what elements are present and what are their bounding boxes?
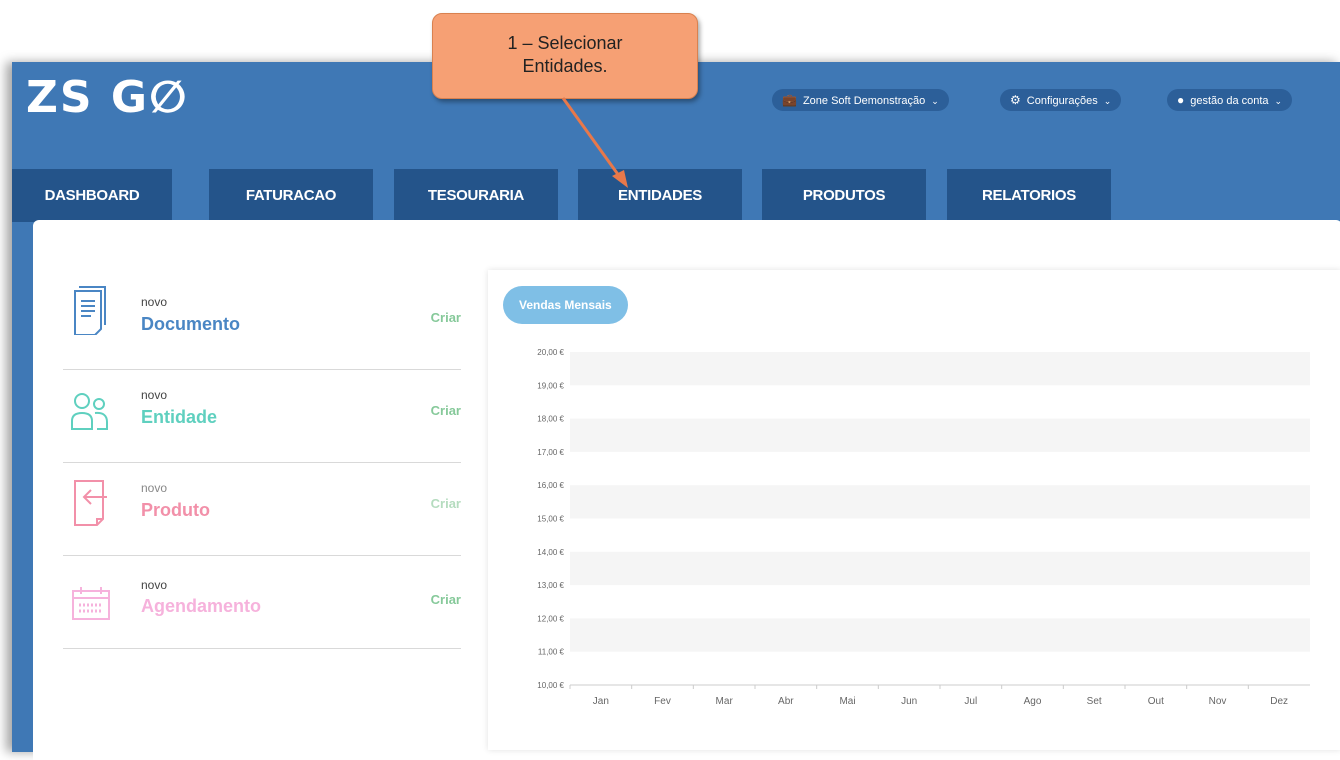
chart-grid-band [570,551,1310,586]
chart-grid-band [570,418,1310,452]
settings-menu-label: Configurações [1026,95,1098,107]
tab-tesouraria[interactable]: TESOURARIA [394,169,558,222]
tab-dashboard[interactable]: DASHBOARD [12,169,172,222]
create-document-link[interactable]: Criar [431,310,461,325]
x-tick-label: Out [1148,696,1164,707]
y-tick-label: 11,00 € [538,648,565,657]
y-tick-label: 12,00 € [537,614,564,623]
account-menu-label: gestão da conta [1190,95,1269,107]
x-tick-label: Mar [716,696,734,707]
chevron-down-icon: ⌄ [1274,96,1283,106]
quick-action-prefix: novo [141,295,168,309]
quick-action-title: Agendamento [141,596,262,616]
y-tick-label: 14,00 € [537,548,564,557]
quick-action-entity[interactable]: novo Entidade Criar [63,370,461,463]
quick-action-title: Entidade [141,407,218,427]
create-schedule-link[interactable]: Criar [431,592,461,607]
x-tick-label: Jul [964,696,977,707]
document-icon [74,286,106,335]
quick-action-prefix: novo [141,578,168,592]
monthly-sales-card: Vendas Mensais 20,00 €19,00 €18,00 €17,0… [488,270,1340,750]
x-tick-label: Ago [1024,696,1042,707]
dashboard-panel: novo Documento Criar novo Entidade Criar [33,220,1340,760]
user-icon: ● [1177,93,1185,107]
y-tick-label: 10,00 € [537,681,564,690]
callout-line-1: 1 – Selecionar [507,33,623,53]
chart-grid-band [570,352,1310,386]
company-menu-label: Zone Soft Demonstração [802,95,926,107]
people-icon [71,393,108,430]
x-tick-label: Fev [654,696,671,707]
x-tick-label: Abr [778,696,794,707]
y-tick-label: 13,00 € [537,581,564,590]
chevron-down-icon: ⌄ [1103,96,1112,106]
y-tick-label: 18,00 € [537,415,564,424]
quick-action-title: Produto [141,500,210,520]
quick-action-title: Documento [141,314,240,334]
quick-action-product[interactable]: novo Produto Criar [63,463,461,556]
gear-icon: ⚙ [1010,93,1021,107]
settings-menu[interactable]: ⚙ Configurações ⌄ [1000,89,1122,111]
company-menu[interactable]: 💼 Zone Soft Demonstração ⌄ [772,89,949,111]
tab-produtos[interactable]: PRODUTOS [762,169,926,222]
quick-action-schedule[interactable]: novo Agendamento Criar [63,556,461,649]
tab-entidades[interactable]: ENTIDADES [578,169,742,222]
y-tick-label: 16,00 € [537,481,564,490]
x-tick-label: Jan [593,696,609,707]
quick-action-document[interactable]: novo Documento Criar [63,277,461,370]
product-icon [74,480,107,526]
zs-go-logo[interactable]: ZS G∅ [26,72,189,123]
x-tick-label: Dez [1270,696,1288,707]
y-tick-label: 19,00 € [537,381,564,390]
chart-grid-band [570,485,1310,519]
create-entity-link[interactable]: Criar [431,403,461,418]
y-tick-label: 17,00 € [537,448,564,457]
x-tick-label: Set [1087,696,1102,707]
calendar-icon [72,587,110,620]
quick-action-prefix: novo [141,388,168,402]
create-product-link[interactable]: Criar [431,496,461,511]
chart-grid-band [570,618,1310,652]
x-tick-label: Jun [901,696,917,707]
monthly-sales-chart: 20,00 € 19,00 € 18,00 € 17,00 € 16,00 € 15,00… [537,348,1310,707]
briefcase-icon: 💼 [782,93,797,107]
instruction-callout: 1 – Selecionar Entidades. [432,13,698,99]
tab-faturacao[interactable]: FATURACAO [209,169,373,222]
x-tick-label: Mai [839,696,855,707]
quick-action-prefix: novo [141,481,168,495]
callout-line-2: Entidades. [522,56,608,76]
x-tick-label: Nov [1209,696,1227,707]
app-window: ZS G∅ 💼 Zone Soft Demonstração ⌄ ⚙ Configur… [12,62,1340,760]
chevron-down-icon: ⌄ [931,96,939,106]
tab-relatorios[interactable]: RELATORIOS [947,169,1111,222]
y-tick-label: 15,00 € [537,515,564,524]
account-menu[interactable]: ● gestão da conta ⌄ [1167,89,1293,111]
y-tick-label: 20,00 € [537,348,564,357]
